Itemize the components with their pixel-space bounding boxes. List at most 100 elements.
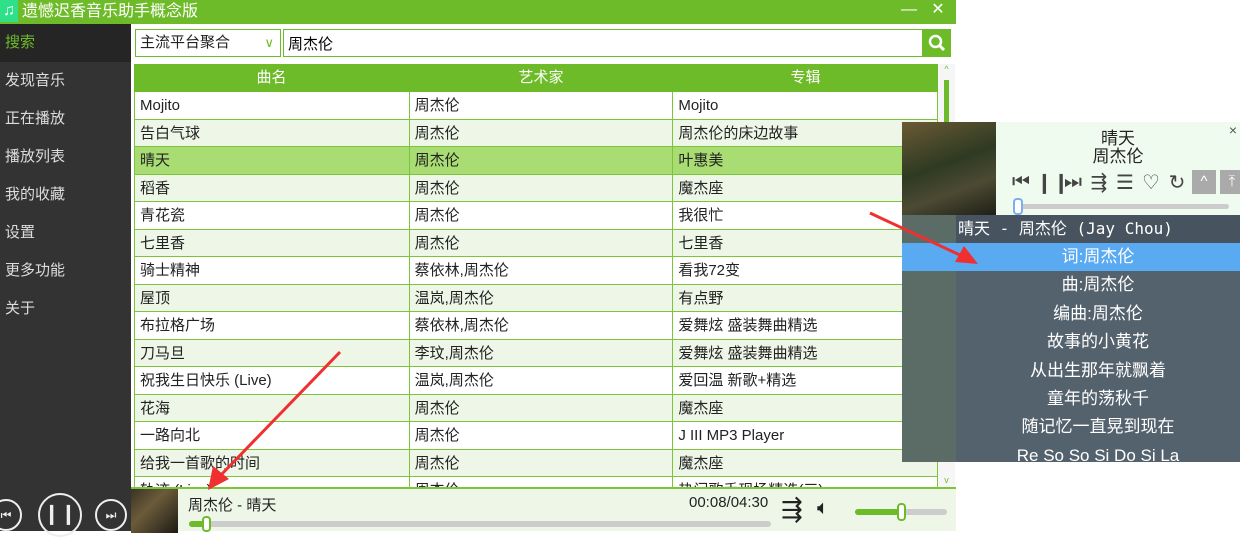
previous-icon[interactable]: ⏮: [1010, 171, 1032, 194]
lyrics-progress-slider[interactable]: [1013, 198, 1229, 215]
search-input[interactable]: [283, 29, 923, 57]
cell-title: 告白气球: [135, 119, 410, 146]
lyric-line: 故事的小黄花: [1047, 332, 1149, 352]
lyric-line: 编曲:周杰伦: [1053, 303, 1143, 323]
table-row[interactable]: 刀马旦 李玟,周杰伦 爱舞炫 盛装舞曲精选: [135, 339, 938, 367]
playlist-mode-icon[interactable]: ⇶: [1088, 170, 1110, 195]
cell-title: 一路向北: [135, 422, 410, 449]
cell-artist: 蔡依林,周杰伦: [410, 257, 674, 284]
cell-title: 花海: [135, 394, 410, 421]
pause-icon[interactable]: ❙❙: [1036, 170, 1070, 195]
cell-artist: 周杰伦: [410, 229, 674, 256]
cell-album: 热门歌手现场精选(三): [673, 477, 938, 487]
scroll-up-icon[interactable]: ^: [938, 64, 955, 74]
sidebar-item[interactable]: 搜索: [0, 24, 131, 62]
lyrics-progress-knob[interactable]: [1013, 198, 1024, 215]
pin-top-icon[interactable]: ⤒: [1220, 170, 1240, 194]
sidebar-item[interactable]: 发现音乐: [0, 62, 131, 100]
cell-artist: 温岚,周杰伦: [410, 367, 674, 394]
table-row[interactable]: 祝我生日快乐 (Live) 温岚,周杰伦 爱回温 新歌+精选: [135, 367, 938, 395]
cell-album: 看我72变: [673, 257, 938, 284]
search-page: 主流平台聚合∨ 曲名 艺术家 专辑 Mojito周杰伦Mojito告白气球周杰伦…: [131, 24, 956, 487]
column-header-title[interactable]: 曲名: [134, 64, 409, 92]
cell-title: 祝我生日快乐 (Live): [135, 367, 410, 394]
cell-title: 青花瓷: [135, 202, 410, 229]
table-row[interactable]: 稻香 周杰伦 魔杰座: [135, 174, 938, 202]
heart-icon[interactable]: ♡: [1140, 170, 1162, 195]
cell-artist: 温岚,周杰伦: [410, 284, 674, 311]
now-playing-text: 周杰伦 - 晴天: [188, 497, 277, 514]
cell-title: 布拉格广场: [135, 312, 410, 339]
cell-title: 屋顶: [135, 284, 410, 311]
sidebar-item[interactable]: 正在播放: [0, 100, 131, 138]
menu-icon[interactable]: ☰: [1114, 170, 1136, 195]
column-header-artist[interactable]: 艺术家: [409, 64, 673, 92]
cell-title: 稻香: [135, 174, 410, 201]
progress-knob[interactable]: [202, 516, 212, 532]
search-button[interactable]: [923, 29, 951, 57]
cell-title: 晴天: [135, 147, 410, 174]
table-row[interactable]: 告白气球 周杰伦 周杰伦的床边故事: [135, 119, 938, 147]
cell-title: 轨迹 (Live): [135, 477, 410, 487]
table-row[interactable]: 骑士精神 蔡依林,周杰伦 看我72变: [135, 257, 938, 285]
lyric-line: 词:周杰伦: [902, 243, 1240, 271]
cell-album: 有点野: [673, 284, 938, 311]
cell-artist: 周杰伦: [410, 92, 674, 119]
sidebar-item[interactable]: 我的收藏: [0, 176, 131, 214]
cell-album: 七里香: [673, 229, 938, 256]
scroll-down-icon[interactable]: v: [938, 475, 955, 485]
album-cover[interactable]: [131, 489, 178, 533]
cell-artist: 周杰伦: [410, 119, 674, 146]
cell-album: 魔杰座: [673, 449, 938, 476]
cell-album: 爱舞炫 盛装舞曲精选: [673, 339, 938, 366]
cell-album: 魔杰座: [673, 394, 938, 421]
pause-button[interactable]: ❙❙: [38, 493, 82, 537]
column-header-album[interactable]: 专辑: [673, 64, 938, 92]
close-button[interactable]: ✕: [925, 0, 951, 22]
table-row[interactable]: 布拉格广场 蔡依林,周杰伦 爱舞炫 盛装舞曲精选: [135, 312, 938, 340]
scrollbar-thumb[interactable]: [944, 80, 949, 122]
table-row[interactable]: 青花瓷 周杰伦 我很忙: [135, 202, 938, 230]
cell-title: 给我一首歌的时间: [135, 449, 410, 476]
minimize-button[interactable]: —: [896, 0, 922, 22]
cell-artist: 蔡依林,周杰伦: [410, 312, 674, 339]
source-select[interactable]: 主流平台聚合 ∨: [135, 29, 281, 57]
table-row[interactable]: 屋顶 温岚,周杰伦 有点野: [135, 284, 938, 312]
table-row[interactable]: Mojito 周杰伦 Mojito: [135, 92, 938, 120]
collapse-icon[interactable]: ^: [1192, 170, 1216, 194]
sidebar-item[interactable]: 播放列表: [0, 138, 131, 176]
cell-artist: 周杰伦: [410, 477, 674, 487]
progress-slider[interactable]: [189, 516, 771, 532]
cell-title: 骑士精神: [135, 257, 410, 284]
table-row[interactable]: 给我一首歌的时间 周杰伦 魔杰座: [135, 449, 938, 477]
next-icon[interactable]: ⏭: [1062, 171, 1084, 194]
results-table: 曲名 艺术家 专辑 Mojito 周杰伦 Mojito 告白气球 周杰伦 周杰伦的床边故事…: [134, 64, 938, 487]
table-row[interactable]: 花海 周杰伦 魔杰座: [135, 394, 938, 422]
volume-slider[interactable]: [855, 503, 947, 521]
sidebar-item[interactable]: 更多功能: [0, 252, 131, 290]
table-row[interactable]: 七里香 周杰伦 七里香: [135, 229, 938, 257]
sidebar-item[interactable]: 设置: [0, 214, 131, 252]
volume-knob[interactable]: [897, 503, 906, 521]
cell-album: 爱回温 新歌+精选: [673, 367, 938, 394]
playlist-mode-icon[interactable]: ⇶: [781, 495, 803, 523]
lyrics-mini-player: 晴天 周杰伦 × ⏮ ❙❙ ⏭ ⇶ ☰ ♡ ↻ ^ ⤒: [902, 122, 1240, 215]
app-window: ♫ 遗憾迟香音乐助手概念版 — ✕ 搜索 发现音乐 正在播放 播放列表 我的收藏 设置 更多…: [0, 0, 956, 537]
next-track-button[interactable]: ⏭: [95, 499, 127, 531]
loop-icon[interactable]: ↻: [1166, 170, 1188, 195]
table-row[interactable]: 晴天 周杰伦 叶惠美: [135, 147, 938, 175]
cell-artist: 周杰伦: [410, 449, 674, 476]
cell-album: 叶惠美: [673, 147, 938, 174]
sidebar-playback-controls: ⏮ ❙❙ ⏭: [0, 493, 131, 537]
source-select-value: 主流平台聚合: [140, 34, 231, 51]
lyrics-album-art: [902, 122, 996, 215]
lyrics-close-button[interactable]: ×: [1229, 122, 1237, 138]
sidebar-item[interactable]: 关于: [0, 290, 131, 328]
table-row[interactable]: 一路向北 周杰伦 J III MP3 Player: [135, 422, 938, 450]
previous-track-button[interactable]: ⏮: [0, 499, 22, 531]
volume-icon[interactable]: 🔈︎: [817, 497, 829, 520]
sidebar: 搜索 发现音乐 正在播放 播放列表 我的收藏 设置 更多功能 关于 ⏮ ❙❙ ⏭: [0, 24, 131, 537]
cell-album: 爱舞炫 盛装舞曲精选: [673, 312, 938, 339]
table-row[interactable]: 轨迹 (Live)周杰伦热门歌手现场精选(三): [135, 477, 938, 487]
lyrics-panel: 晴天 - 周杰伦 (Jay Chou) 词:周杰伦 曲:周杰伦 编曲:周杰伦 故事的小…: [902, 215, 1240, 462]
